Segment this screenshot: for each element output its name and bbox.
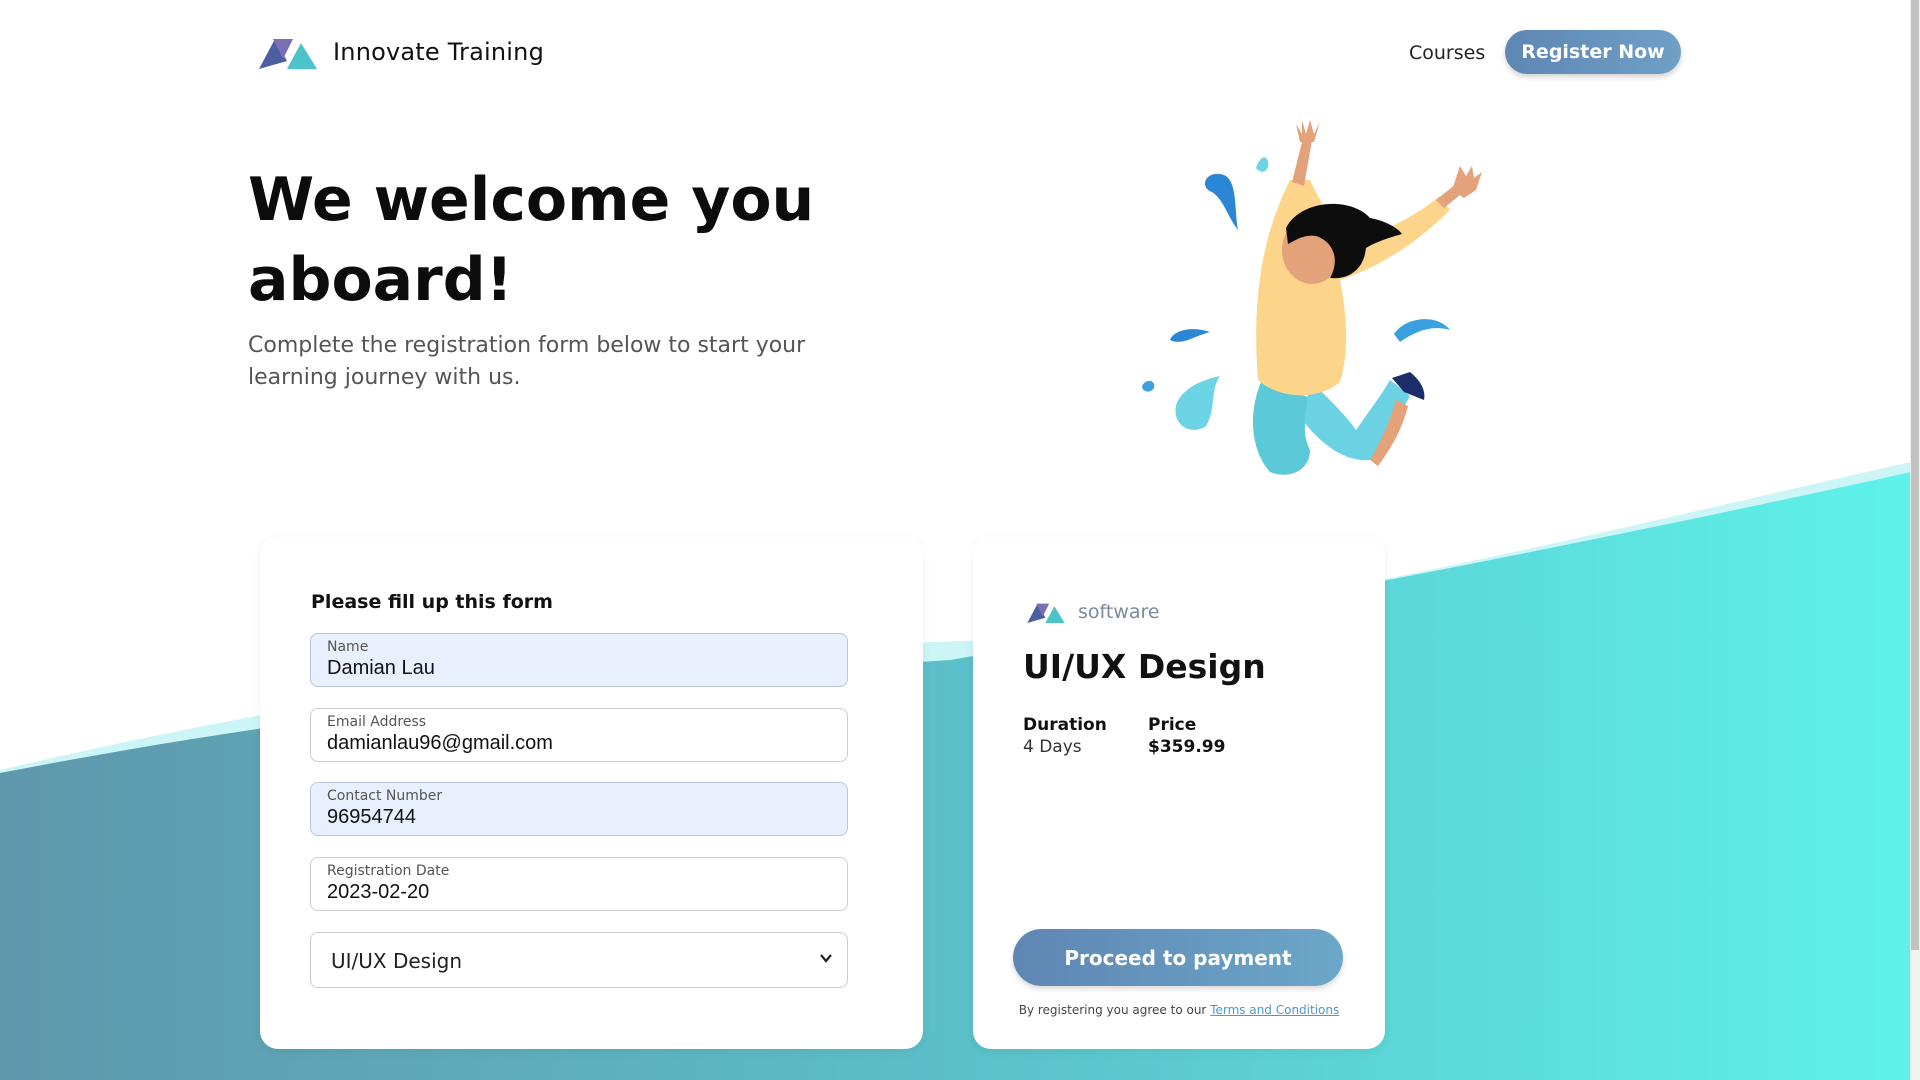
- brand-logo[interactable]: Innovate Training: [257, 33, 544, 71]
- price-label: Price: [1148, 715, 1197, 735]
- registration-form-card: Please fill up this form Name Damian Lau…: [260, 537, 923, 1049]
- price-value: $359.99: [1148, 737, 1226, 757]
- nav-courses-link[interactable]: Courses: [1409, 42, 1485, 64]
- course-select[interactable]: UI/UX Design: [310, 932, 848, 988]
- email-field-label: Email Address: [327, 714, 427, 730]
- proceed-to-payment-button[interactable]: Proceed to payment: [1013, 929, 1343, 986]
- duration-block: Duration 4 Days: [1023, 715, 1107, 757]
- duration-label: Duration: [1023, 715, 1107, 735]
- chevron-down-icon: [820, 954, 832, 963]
- course-category-label: software: [1078, 601, 1160, 623]
- duration-value: 4 Days: [1023, 737, 1082, 757]
- registration-date-field[interactable]: Registration Date 2023-02-20: [310, 857, 848, 911]
- scrollbar-thumb[interactable]: [1911, 0, 1919, 950]
- name-field[interactable]: Name Damian Lau: [310, 633, 848, 687]
- jumping-person-illustration: [1142, 120, 1482, 475]
- course-select-value: UI/UX Design: [331, 949, 463, 973]
- email-field[interactable]: Email Address damianlau96@gmail.com: [310, 708, 848, 762]
- course-summary-card: software UI/UX Design Duration 4 Days Pr…: [973, 537, 1385, 1049]
- terms-and-conditions-link[interactable]: Terms and Conditions: [1210, 1003, 1339, 1017]
- name-field-value[interactable]: Damian Lau: [327, 657, 435, 680]
- hero-subtitle: Complete the registration form below to …: [248, 333, 806, 390]
- email-field-value[interactable]: damianlau96@gmail.com: [327, 732, 553, 755]
- terms-prefix: By registering you agree to our: [1018, 1003, 1207, 1017]
- hero-title: We welcome you aboard!: [248, 165, 815, 315]
- contact-number-value[interactable]: 96954744: [327, 806, 416, 829]
- registration-date-label: Registration Date: [327, 863, 450, 879]
- brand-name: Innovate Training: [333, 38, 544, 66]
- contact-number-field[interactable]: Contact Number 96954744: [310, 782, 848, 836]
- course-title: UI/UX Design: [1023, 647, 1266, 686]
- triangle-logo-icon: [259, 39, 317, 69]
- name-field-label: Name: [327, 639, 369, 655]
- scrollbar[interactable]: [1910, 0, 1920, 1080]
- registration-date-value[interactable]: 2023-02-20: [327, 881, 429, 904]
- register-now-button[interactable]: Register Now: [1505, 30, 1681, 74]
- form-heading: Please fill up this form: [311, 591, 553, 613]
- terms-notice: By registering you agree to our Terms an…: [973, 1003, 1385, 1017]
- triangle-logo-icon: [1027, 603, 1065, 623]
- contact-number-label: Contact Number: [327, 788, 443, 804]
- price-block: Price $359.99: [1148, 715, 1225, 757]
- course-category: software: [1026, 599, 1160, 625]
